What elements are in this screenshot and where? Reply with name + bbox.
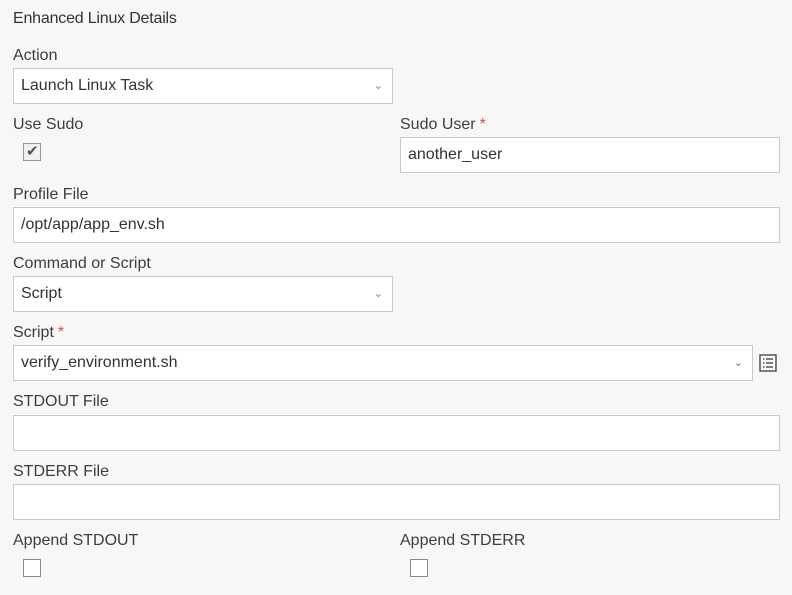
action-label: Action [13, 47, 58, 64]
list-icon-graphic [759, 354, 777, 372]
sudo-user-label-text: Sudo User [400, 116, 476, 133]
chevron-down-icon: ⌄ [373, 288, 383, 300]
append-stdout-checkbox[interactable] [23, 559, 41, 577]
append-stdout-label: Append STDOUT [13, 532, 139, 549]
chevron-down-icon: ⌄ [373, 80, 383, 92]
stdout-file-label: STDOUT File [13, 393, 109, 410]
stderr-file-label: STDERR File [13, 463, 110, 480]
required-marker: * [57, 324, 65, 341]
stderr-file-input[interactable] [13, 484, 780, 520]
action-select-value: Launch Linux Task [21, 77, 154, 94]
required-marker: * [479, 116, 486, 133]
append-stderr-checkbox[interactable] [410, 559, 428, 577]
stdout-file-input[interactable] [13, 415, 780, 451]
sudo-user-label: Sudo User * [400, 116, 486, 134]
script-select[interactable]: verify_environment.sh ⌄ [13, 345, 753, 381]
action-select[interactable]: Launch Linux Task ⌄ [13, 68, 393, 104]
append-stderr-label: Append STDERR [400, 532, 526, 549]
use-sudo-label: Use Sudo [13, 116, 84, 133]
profile-file-input[interactable]: /opt/app/app_env.sh [13, 207, 780, 243]
checkmark-icon: ✔ [26, 143, 39, 160]
command-or-script-select[interactable]: Script ⌄ [13, 276, 393, 312]
chevron-down-icon: ⌄ [733, 357, 743, 369]
script-label-text: Script [13, 324, 54, 341]
command-or-script-label: Command or Script [13, 255, 151, 272]
script-label: Script * [13, 324, 64, 342]
sudo-user-input[interactable]: another_user [400, 137, 780, 173]
list-icon[interactable] [759, 354, 777, 377]
profile-file-label: Profile File [13, 186, 89, 203]
use-sudo-checkbox[interactable]: ✔ [23, 143, 41, 161]
section-title: Enhanced Linux Details [13, 10, 177, 27]
script-select-value: verify_environment.sh [21, 354, 178, 371]
command-or-script-value: Script [21, 285, 62, 302]
